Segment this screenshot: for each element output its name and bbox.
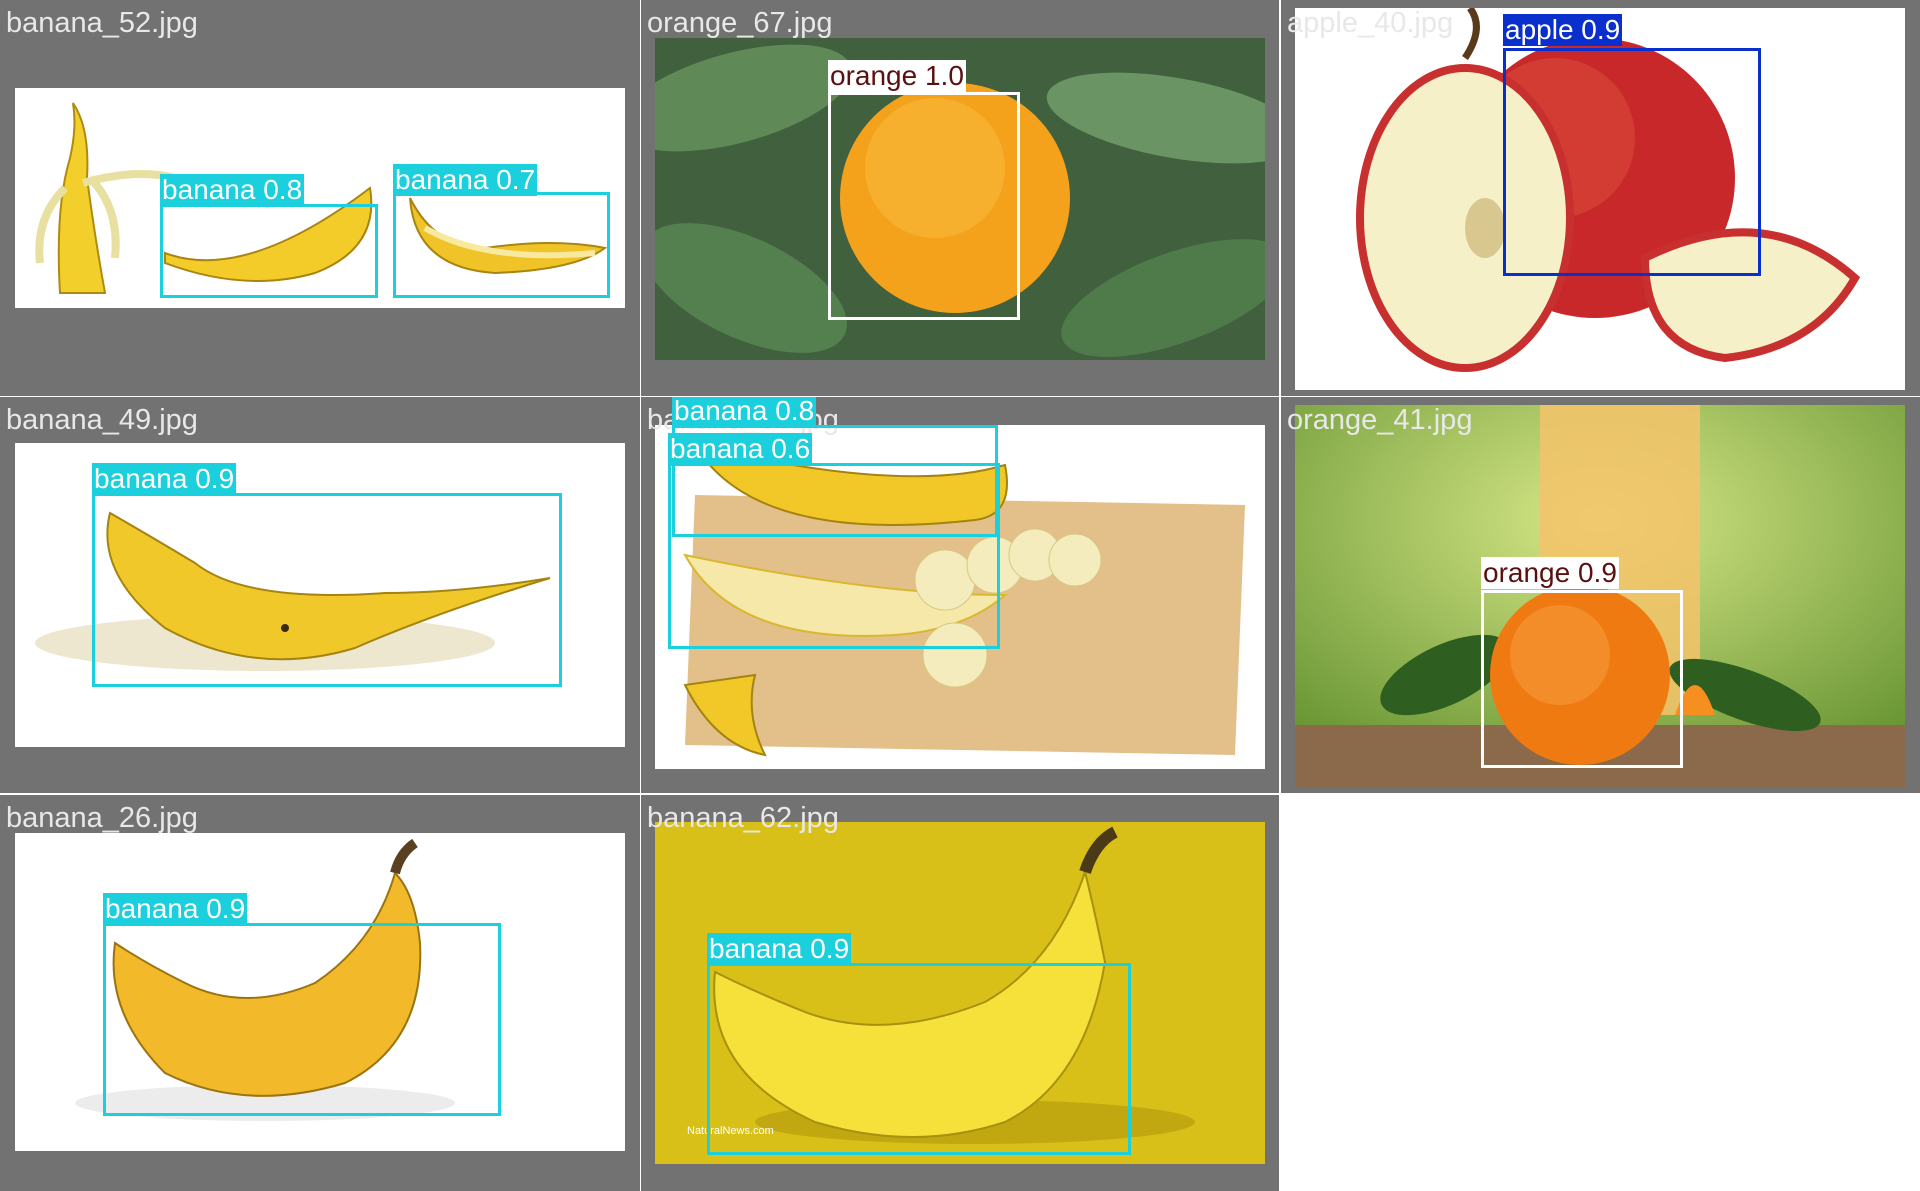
detection-label: banana 0.8 <box>160 174 305 206</box>
image-tile: orange_41.jpg orange 0.9 <box>1281 397 1920 793</box>
detection-box-banana <box>92 493 562 687</box>
image-tile: banana_52.jpg banana 0.8 banana 0.7 <box>0 0 640 396</box>
image-filename: banana_49.jpg <box>6 404 198 436</box>
detection-label: orange 0.9 <box>1481 557 1619 589</box>
image-tile: banana_49.jpg banana 0.9 <box>0 397 640 793</box>
detection-label: apple 0.9 <box>1503 14 1623 46</box>
detection-label: banana 0.6 <box>668 433 813 465</box>
image-tile: banana_??.jpg banana 0.8 banana 0.6 <box>641 397 1279 793</box>
detection-box-banana <box>160 204 378 298</box>
detection-box-banana <box>393 192 610 298</box>
detection-label: banana 0.9 <box>103 893 248 925</box>
image-filename: apple_40.jpg <box>1287 7 1454 39</box>
image-tile: apple_40.jpg apple 0.9 <box>1281 0 1920 396</box>
image-tile: orange_67.jpg orange 1.0 <box>641 0 1279 396</box>
image-filename: orange_41.jpg <box>1287 404 1473 436</box>
detection-label: orange 1.0 <box>828 60 966 92</box>
detection-label: banana 0.7 <box>393 164 538 196</box>
detection-label: banana 0.9 <box>92 463 237 495</box>
detection-box-banana <box>668 463 1000 649</box>
image-filename: banana_62.jpg <box>647 802 839 834</box>
image-tile: banana_26.jpg banana 0.9 <box>0 795 640 1191</box>
detection-box-apple <box>1503 48 1761 276</box>
detection-box-banana <box>103 923 501 1116</box>
detection-box-orange <box>828 92 1020 320</box>
image-filename: banana_26.jpg <box>6 802 198 834</box>
detection-label: banana 0.9 <box>707 933 852 965</box>
detection-results-grid: banana_52.jpg banana 0.8 banana 0.7 oran… <box>0 0 1920 1191</box>
image-filename: orange_67.jpg <box>647 7 833 39</box>
image-filename: banana_52.jpg <box>6 7 198 39</box>
detection-label: banana 0.8 <box>672 397 817 427</box>
detection-box-orange <box>1481 590 1683 768</box>
image-tile: banana_62.jpg NaturalNews.com banana 0.9 <box>641 795 1279 1191</box>
detection-box-banana <box>707 963 1131 1155</box>
